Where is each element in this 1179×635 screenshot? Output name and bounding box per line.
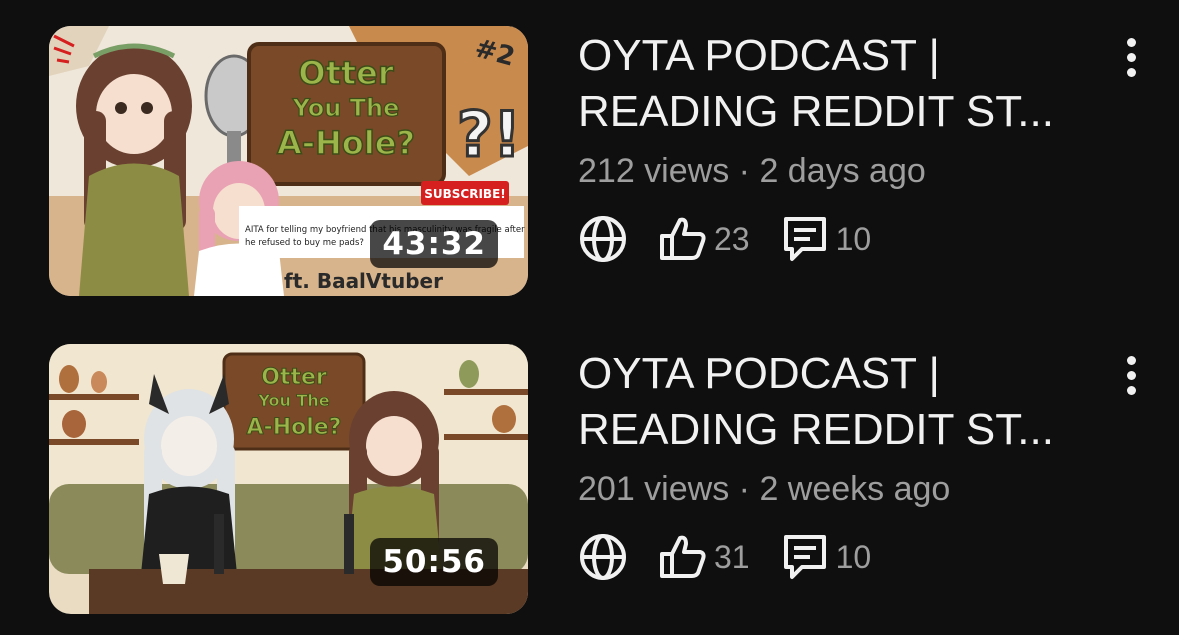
duration-badge: 50:56	[370, 538, 498, 586]
globe-icon	[580, 534, 626, 580]
view-count: 201 views	[578, 470, 730, 508]
likes-count: 31	[714, 538, 750, 575]
comments-count: 10	[835, 220, 872, 257]
sign-line-2: You The	[257, 391, 329, 410]
meta-separator: ·	[738, 470, 750, 508]
svg-text:?!: ?!	[457, 98, 521, 171]
video-title-line-2: READING REDDIT ST...	[578, 405, 1054, 454]
sign-line-1: Otter	[261, 365, 327, 390]
video-title[interactable]: OYTA PODCAST | READING REDDIT ST...	[578, 346, 1098, 458]
video-thumbnail[interactable]: Otter You The A-Hole? #2 ?! SUBSCRIBE! A…	[49, 26, 528, 296]
video-thumbnail[interactable]: Otter You The A-Hole? 50:56	[49, 344, 528, 614]
more-options-button[interactable]	[1113, 32, 1149, 82]
likes-stat[interactable]: 23	[658, 216, 750, 262]
sign-line-3: A-Hole?	[247, 415, 342, 440]
sign-line-3: A-Hole?	[277, 124, 415, 162]
video-meta: 212 views · 2 days ago	[578, 152, 926, 191]
sign-line-2: You The	[292, 94, 400, 122]
globe-icon	[580, 216, 626, 262]
more-vert-icon	[1126, 37, 1136, 47]
video-stats: 23 10	[578, 214, 871, 264]
upload-age: 2 days ago	[759, 152, 926, 190]
sign-line-1: Otter	[298, 54, 394, 92]
video-stats: 31 10	[578, 532, 871, 582]
more-options-button[interactable]	[1113, 350, 1149, 400]
more-vert-icon-dot	[1126, 385, 1136, 395]
video-title-line-1: OYTA PODCAST |	[578, 31, 940, 80]
more-vert-icon-dot	[1126, 370, 1136, 380]
more-vert-icon-dot	[1126, 67, 1136, 77]
comment-icon	[783, 217, 826, 261]
view-count: 212 views	[578, 152, 730, 190]
video-title[interactable]: OYTA PODCAST | READING REDDIT ST...	[578, 28, 1098, 140]
comment-icon	[783, 535, 826, 579]
thumbs-up-icon	[660, 535, 706, 578]
more-vert-icon-dot	[1126, 52, 1136, 62]
subscribe-label: SUBSCRIBE!	[424, 187, 506, 201]
credit-text: ft. BaalVtuber	[284, 269, 443, 293]
likes-stat[interactable]: 31	[658, 534, 750, 580]
post-text-2: he refused to buy me pads?	[245, 238, 364, 248]
duration-badge: 43:32	[370, 220, 498, 268]
comments-stat[interactable]: 10	[780, 533, 872, 581]
upload-age: 2 weeks ago	[759, 470, 951, 508]
video-title-line-2: READING REDDIT ST...	[578, 87, 1054, 136]
likes-count: 23	[714, 220, 750, 257]
thumbs-up-icon	[660, 217, 706, 260]
comments-stat[interactable]: 10	[780, 215, 872, 263]
more-vert-icon	[1126, 355, 1136, 365]
meta-separator: ·	[738, 152, 750, 190]
video-title-line-1: OYTA PODCAST |	[578, 349, 940, 398]
video-meta: 201 views · 2 weeks ago	[578, 470, 950, 509]
comments-count: 10	[835, 538, 872, 575]
